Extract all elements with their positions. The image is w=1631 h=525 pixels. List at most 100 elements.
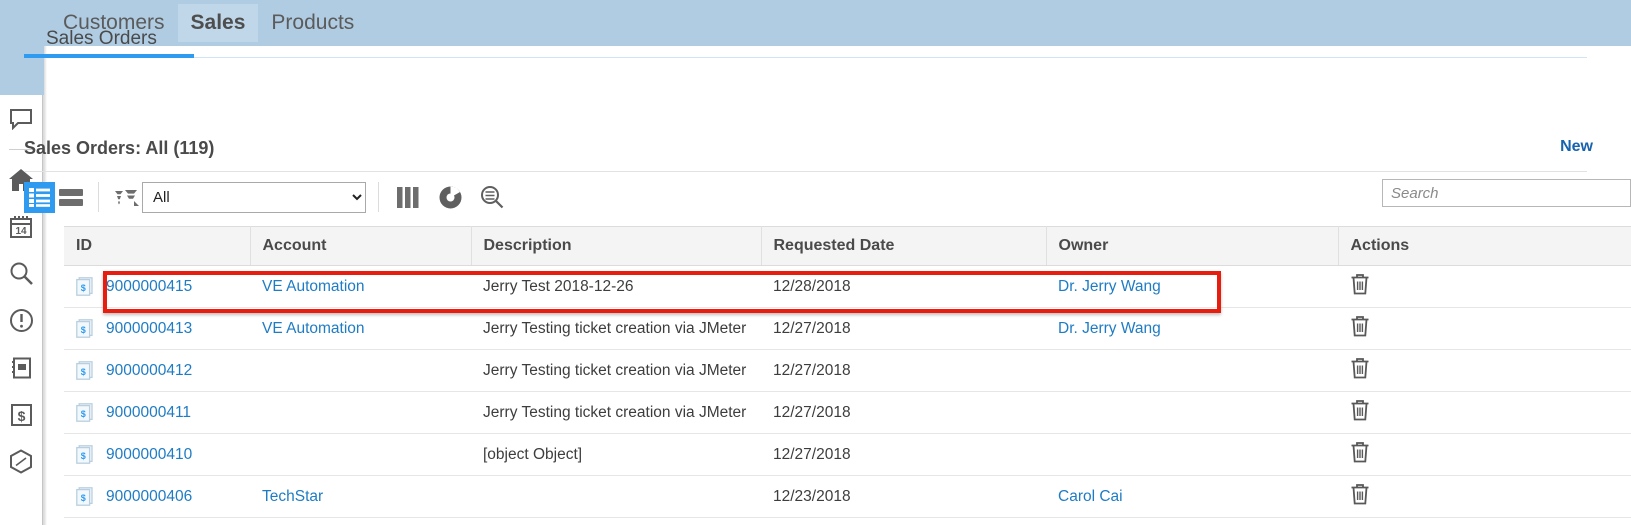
cell-description: [object Object] (471, 433, 761, 476)
pie-chart-icon[interactable] (433, 181, 467, 213)
table-row[interactable]: $ 9000000406 TechStar 12/23/2018 Carol C… (64, 475, 1631, 518)
left-sidebar-rail: 14 $ (0, 95, 42, 525)
table-body: $ 9000000415 VE Automation Jerry Test 20… (64, 265, 1631, 518)
cell-actions (1338, 307, 1631, 350)
new-button[interactable]: New (1560, 138, 1593, 156)
cell-account: VE Automation (250, 307, 471, 350)
filter-select[interactable]: All (142, 181, 366, 213)
sub-tab-active-underline (24, 54, 194, 58)
cell-owner: Carol Cai (1046, 475, 1338, 518)
cell-owner: Dr. Jerry Wang (1046, 307, 1338, 350)
cell-actions (1338, 433, 1631, 476)
notebook-icon[interactable] (3, 344, 39, 391)
account-link[interactable]: VE Automation (262, 278, 365, 295)
table-header-row: ID Account Description Requested Date Ow… (64, 226, 1631, 266)
chat-icon[interactable] (3, 95, 39, 142)
list-toolbar: All (24, 177, 517, 217)
cell-description: Jerry Testing ticket creation via JMeter (471, 391, 761, 434)
order-doc-icon: $ (76, 403, 93, 422)
account-link[interactable]: TechStar (262, 488, 323, 505)
account-link[interactable]: VE Automation (262, 320, 365, 337)
cell-requested-date: 12/27/2018 (761, 433, 1046, 476)
svg-text:$: $ (81, 493, 86, 503)
column-header-description[interactable]: Description (471, 226, 762, 266)
alert-icon[interactable] (3, 297, 39, 344)
cell-actions (1338, 265, 1631, 308)
column-header-id[interactable]: ID (64, 226, 251, 266)
svg-text:$: $ (81, 409, 86, 419)
cell-actions (1338, 475, 1631, 518)
cell-id: $ 9000000410 (64, 433, 250, 476)
invoice-icon[interactable]: $ (3, 391, 39, 438)
order-id-link[interactable]: 9000000406 (106, 488, 192, 506)
cell-account (250, 433, 471, 476)
toolbar-divider-2 (378, 182, 379, 212)
sub-tab-rule (24, 57, 1587, 58)
svg-text:$: $ (81, 325, 86, 335)
order-id-link[interactable]: 9000000410 (106, 446, 192, 464)
cell-account (250, 391, 471, 434)
card-view-icon[interactable] (55, 182, 86, 213)
column-header-owner[interactable]: Owner (1046, 226, 1339, 266)
cell-id: $ 9000000415 (64, 265, 250, 308)
table-row[interactable]: $ 9000000412 Jerry Testing ticket creati… (64, 349, 1631, 392)
nav-item-sales[interactable]: Sales (177, 4, 259, 42)
order-doc-icon: $ (76, 277, 93, 296)
order-id-link[interactable]: 9000000415 (106, 278, 192, 296)
order-id-link[interactable]: 9000000412 (106, 362, 192, 380)
order-doc-icon: $ (76, 361, 93, 380)
search-icon[interactable] (3, 250, 39, 297)
delete-icon[interactable] (1350, 399, 1370, 421)
order-doc-icon: $ (76, 487, 93, 506)
list-view-icon[interactable] (24, 181, 55, 213)
delete-icon[interactable] (1350, 483, 1370, 505)
svg-text:$: $ (17, 408, 25, 424)
cell-actions (1338, 391, 1631, 434)
package-icon[interactable] (3, 438, 39, 485)
table-row[interactable]: $ 9000000410 [object Object] 12/27/2018 (64, 433, 1631, 476)
cell-requested-date: 12/27/2018 (761, 391, 1046, 434)
table-row[interactable]: $ 9000000411 Jerry Testing ticket creati… (64, 391, 1631, 434)
cell-description: Jerry Testing ticket creation via JMeter (471, 307, 761, 350)
nav-item-products[interactable]: Products (258, 4, 367, 42)
cell-account: TechStar (250, 475, 471, 518)
cell-owner: Dr. Jerry Wang (1046, 265, 1338, 308)
cell-description: Jerry Test 2018-12-26 (471, 265, 761, 308)
sort-icon[interactable] (111, 182, 142, 213)
columns-chart-icon[interactable] (391, 181, 425, 213)
svg-text:14: 14 (15, 226, 27, 237)
owner-link[interactable]: Dr. Jerry Wang (1058, 278, 1161, 295)
column-header-account[interactable]: Account (250, 226, 472, 266)
delete-icon[interactable] (1350, 441, 1370, 463)
order-id-link[interactable]: 9000000413 (106, 320, 192, 338)
column-header-requested-date[interactable]: Requested Date (761, 226, 1047, 266)
delete-icon[interactable] (1350, 315, 1370, 337)
order-id-link[interactable]: 9000000411 (106, 404, 191, 422)
svg-text:$: $ (81, 283, 86, 293)
cell-requested-date: 12/23/2018 (761, 475, 1046, 518)
cell-id: $ 9000000406 (64, 475, 250, 518)
cell-owner (1046, 433, 1338, 476)
svg-text:$: $ (81, 451, 86, 461)
cell-id: $ 9000000411 (64, 391, 250, 434)
cell-account: VE Automation (250, 265, 471, 308)
cell-actions (1338, 349, 1631, 392)
sales-orders-table: ID Account Description Requested Date Ow… (64, 226, 1631, 518)
delete-icon[interactable] (1350, 273, 1370, 295)
owner-link[interactable]: Dr. Jerry Wang (1058, 320, 1161, 337)
table-row[interactable]: $ 9000000415 VE Automation Jerry Test 20… (64, 265, 1631, 308)
advanced-search-icon[interactable] (475, 181, 509, 213)
view-mode-group (24, 181, 86, 213)
owner-link[interactable]: Carol Cai (1058, 488, 1123, 505)
cell-owner (1046, 349, 1338, 392)
cell-owner (1046, 391, 1338, 434)
delete-icon[interactable] (1350, 357, 1370, 379)
search-input[interactable] (1382, 179, 1631, 207)
cell-id: $ 9000000413 (64, 307, 250, 350)
order-doc-icon: $ (76, 319, 93, 338)
title-divider (24, 171, 1587, 172)
toolbar-divider-1 (98, 182, 99, 212)
content-panel-shadow (44, 46, 47, 525)
table-row[interactable]: $ 9000000413 VE Automation Jerry Testing… (64, 307, 1631, 350)
svg-text:$: $ (81, 367, 86, 377)
